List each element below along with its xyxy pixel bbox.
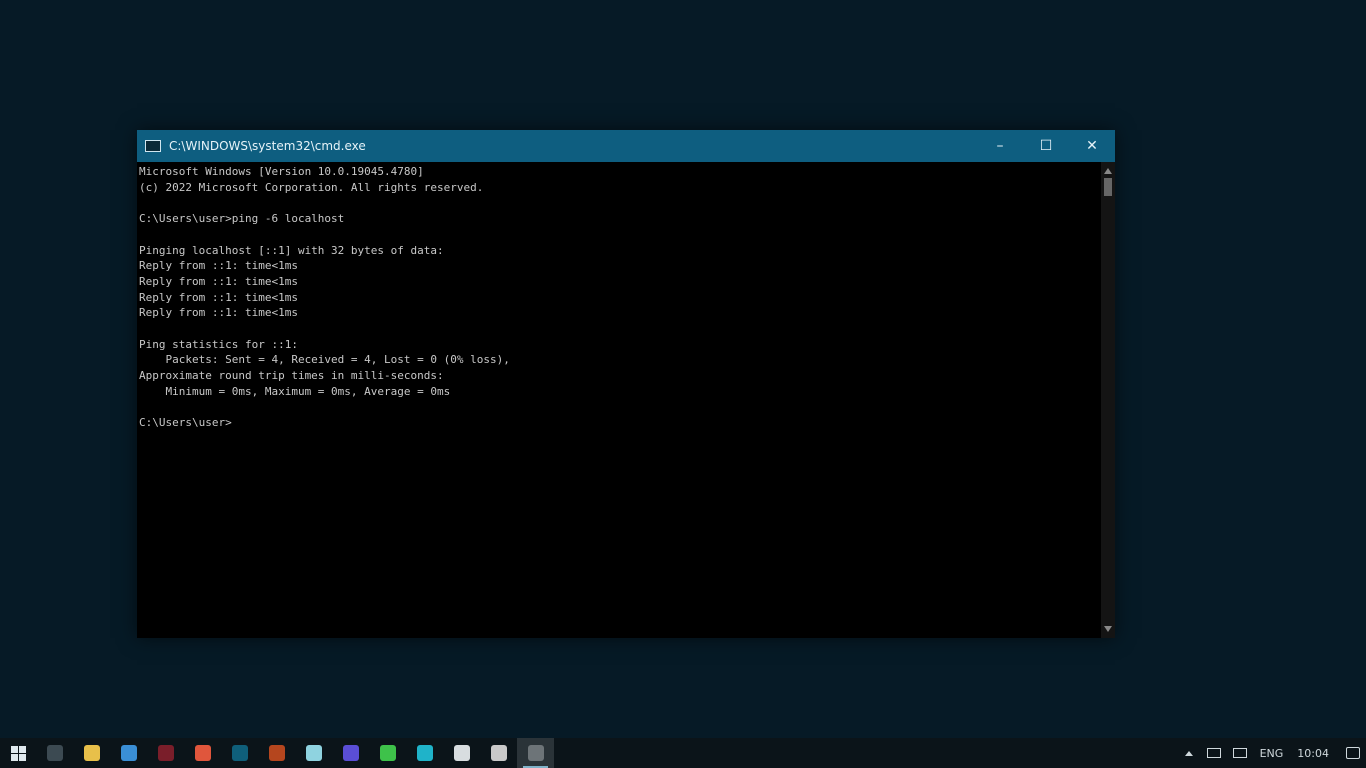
console-window[interactable]: C:\WINDOWS\system32\cmd.exe – ☐ ✕ Micros… [137, 130, 1115, 638]
scroll-thumb[interactable] [1104, 178, 1112, 196]
taskbar-app-button[interactable] [517, 738, 554, 768]
taskbar-app-button[interactable] [110, 738, 147, 768]
scroll-up-arrow-icon[interactable] [1104, 168, 1112, 174]
start-button[interactable] [0, 738, 36, 768]
vertical-scrollbar[interactable] [1101, 162, 1115, 638]
network-icon[interactable] [1206, 748, 1221, 758]
close-button[interactable]: ✕ [1069, 130, 1115, 162]
cmd-icon [527, 745, 544, 761]
language-indicator[interactable]: ENG [1253, 747, 1291, 760]
taskbar-app-button[interactable] [332, 738, 369, 768]
notification-icon[interactable] [1346, 747, 1360, 759]
app-icon [157, 745, 174, 761]
window-title: C:\WINDOWS\system32\cmd.exe [169, 139, 366, 153]
taskbar-app-button[interactable] [221, 738, 258, 768]
app-icon [231, 745, 248, 761]
app-icon [268, 745, 285, 761]
minimize-button[interactable]: – [977, 130, 1023, 162]
app-icon [453, 745, 470, 761]
task-view-icon [46, 745, 63, 761]
taskbar-app-button[interactable] [480, 738, 517, 768]
taskbar-apps [36, 738, 554, 768]
console-output[interactable]: Microsoft Windows [Version 10.0.19045.47… [137, 162, 1101, 638]
clock-time: 10:04 [1297, 746, 1329, 760]
taskbar-app-button[interactable] [443, 738, 480, 768]
volume-icon[interactable] [1232, 748, 1247, 758]
console-text: Microsoft Windows [Version 10.0.19045.47… [139, 165, 510, 430]
clock[interactable]: 10:04 [1290, 747, 1336, 760]
app-icon [194, 745, 211, 761]
taskbar-app-button[interactable] [258, 738, 295, 768]
app-icon [305, 745, 322, 761]
taskbar-app-button[interactable] [147, 738, 184, 768]
maximize-button[interactable]: ☐ [1023, 130, 1069, 162]
taskbar-app-button[interactable] [184, 738, 221, 768]
app-icon [416, 745, 433, 761]
windows-logo-icon [10, 745, 26, 761]
title-bar[interactable]: C:\WINDOWS\system32\cmd.exe – ☐ ✕ [137, 130, 1115, 162]
taskbar-app-button[interactable] [295, 738, 332, 768]
file-explorer-icon [83, 745, 100, 761]
taskbar-app-button[interactable] [36, 738, 73, 768]
app-icon [490, 745, 507, 761]
taskbar-app-button[interactable] [369, 738, 406, 768]
taskbar: ENG 10:04 21-10-2024 [0, 738, 1366, 768]
taskbar-app-button[interactable] [406, 738, 443, 768]
app-icon [342, 745, 359, 761]
edge-icon [120, 745, 137, 761]
taskbar-app-button[interactable] [73, 738, 110, 768]
system-tray: ENG 10:04 21-10-2024 [1177, 738, 1366, 768]
show-hidden-icons-icon[interactable] [1184, 750, 1193, 756]
cmd-icon [145, 140, 161, 152]
app-icon [379, 745, 396, 761]
scroll-down-arrow-icon[interactable] [1104, 626, 1112, 632]
